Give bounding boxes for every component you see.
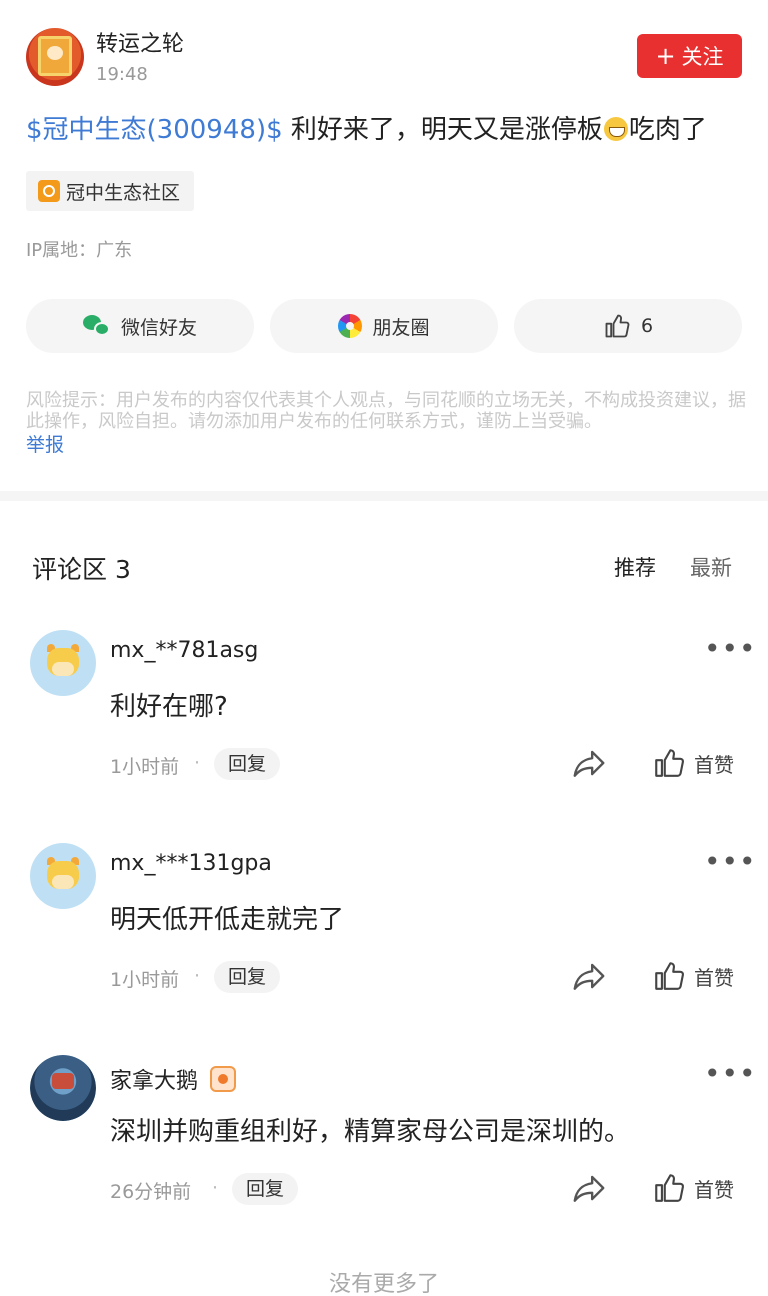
post-time: 19:48 <box>96 64 148 85</box>
separator-dot: · <box>212 1177 219 1199</box>
sort-recommend-tab[interactable]: 推荐 <box>614 552 656 582</box>
wechat-icon <box>82 315 111 337</box>
comment-item: mx_**781asg ••• 利好在哪? 1小时前 · 回复 首赞 <box>0 630 768 842</box>
like-label: 首赞 <box>694 1177 734 1202</box>
separator-dot: · <box>194 752 201 774</box>
no-more-text: 没有更多了 <box>328 1272 439 1296</box>
more-options-icon[interactable]: ••• <box>704 1057 757 1090</box>
author-avatar[interactable] <box>26 28 84 86</box>
share-moments-label: 朋友圈 <box>372 316 430 339</box>
thumbs-up-icon <box>655 1174 684 1202</box>
thumbs-up-icon <box>605 314 630 338</box>
more-options-icon[interactable]: ••• <box>704 632 757 665</box>
like-label: 首赞 <box>694 752 734 777</box>
user-badge-icon <box>210 1066 237 1092</box>
comment-time: 1小时前 <box>110 756 180 778</box>
share-arrow-icon[interactable] <box>570 957 608 995</box>
cow-avatar-icon <box>43 644 83 680</box>
share-arrow-icon[interactable] <box>570 1169 608 1207</box>
risk-warning: 风险提示：用户发布的内容仅代表其个人观点，与同花顺的立场无关，不构成投资建议，据… <box>26 390 746 432</box>
avatar-figure <box>47 46 63 60</box>
reply-button[interactable]: 回复 <box>214 961 281 993</box>
share-wechat-button[interactable]: 微信好友 <box>26 299 254 353</box>
reply-button[interactable]: 回复 <box>214 748 281 780</box>
like-label: 首赞 <box>694 965 734 990</box>
like-count: 6 <box>640 315 654 337</box>
comment-like-button[interactable]: 首赞 <box>652 744 734 782</box>
follow-label: 关注 <box>681 45 724 69</box>
post-content: $冠中生态(300948)$ 利好来了，明天又是涨停板 吃肉了 <box>26 110 746 150</box>
comment-like-button[interactable]: 首赞 <box>652 957 734 995</box>
community-tag[interactable]: 冠中生态社区 <box>26 171 195 211</box>
thumbs-up-icon <box>655 962 684 990</box>
robot-avatar-icon <box>30 1055 96 1121</box>
stock-link[interactable]: $冠中生态(300948)$ <box>26 115 283 145</box>
follow-button[interactable]: + 关注 <box>637 34 742 78</box>
share-arrow-icon[interactable] <box>570 744 608 782</box>
community-label: 冠中生态社区 <box>66 181 181 204</box>
avatar[interactable] <box>30 843 96 909</box>
like-button[interactable]: 6 <box>514 299 742 353</box>
comment-text: 利好在哪? <box>110 692 228 722</box>
comment-username[interactable]: mx_**781asg <box>110 638 258 663</box>
comment-text: 明天低开低走就完了 <box>110 905 345 935</box>
more-options-icon[interactable]: ••• <box>704 845 757 878</box>
post-text-end: 吃肉了 <box>628 115 707 145</box>
community-icon <box>38 180 60 202</box>
comment-username[interactable]: mx_***131gpa <box>110 851 272 876</box>
share-wechat-label: 微信好友 <box>120 316 197 339</box>
plus-icon: + <box>655 42 676 70</box>
comment-username[interactable]: 家拿大鹅 <box>110 1063 237 1095</box>
moments-icon <box>338 314 363 338</box>
avatar[interactable] <box>30 630 96 696</box>
ip-location: IP属地：广东 <box>26 240 133 261</box>
author-name[interactable]: 转运之轮 <box>96 26 184 58</box>
reply-button[interactable]: 回复 <box>232 1173 299 1205</box>
cow-avatar-icon <box>43 857 83 893</box>
comment-item: mx_***131gpa ••• 明天低开低走就完了 1小时前 · 回复 首赞 <box>0 843 768 1055</box>
thumbs-up-icon <box>655 749 684 777</box>
comments-title: 评论区 3 <box>32 555 131 584</box>
grin-emoji-icon <box>603 117 628 141</box>
share-moments-button[interactable]: 朋友圈 <box>270 299 498 353</box>
avatar[interactable] <box>30 1055 96 1121</box>
comment-time: 26分钟前 <box>110 1181 192 1203</box>
section-divider <box>0 491 768 501</box>
sort-latest-tab[interactable]: 最新 <box>690 552 732 582</box>
separator-dot: · <box>194 965 201 987</box>
comment-text: 深圳并购重组利好，精算家母公司是深圳的。 <box>110 1117 631 1147</box>
report-link[interactable]: 举报 <box>26 430 64 457</box>
comment-like-button[interactable]: 首赞 <box>652 1169 734 1207</box>
post-text: 利好来了，明天又是涨停板 <box>282 115 603 145</box>
comment-item: 家拿大鹅 ••• 深圳并购重组利好，精算家母公司是深圳的。 26分钟前 · 回复… <box>0 1055 768 1267</box>
comment-time: 1小时前 <box>110 969 180 991</box>
